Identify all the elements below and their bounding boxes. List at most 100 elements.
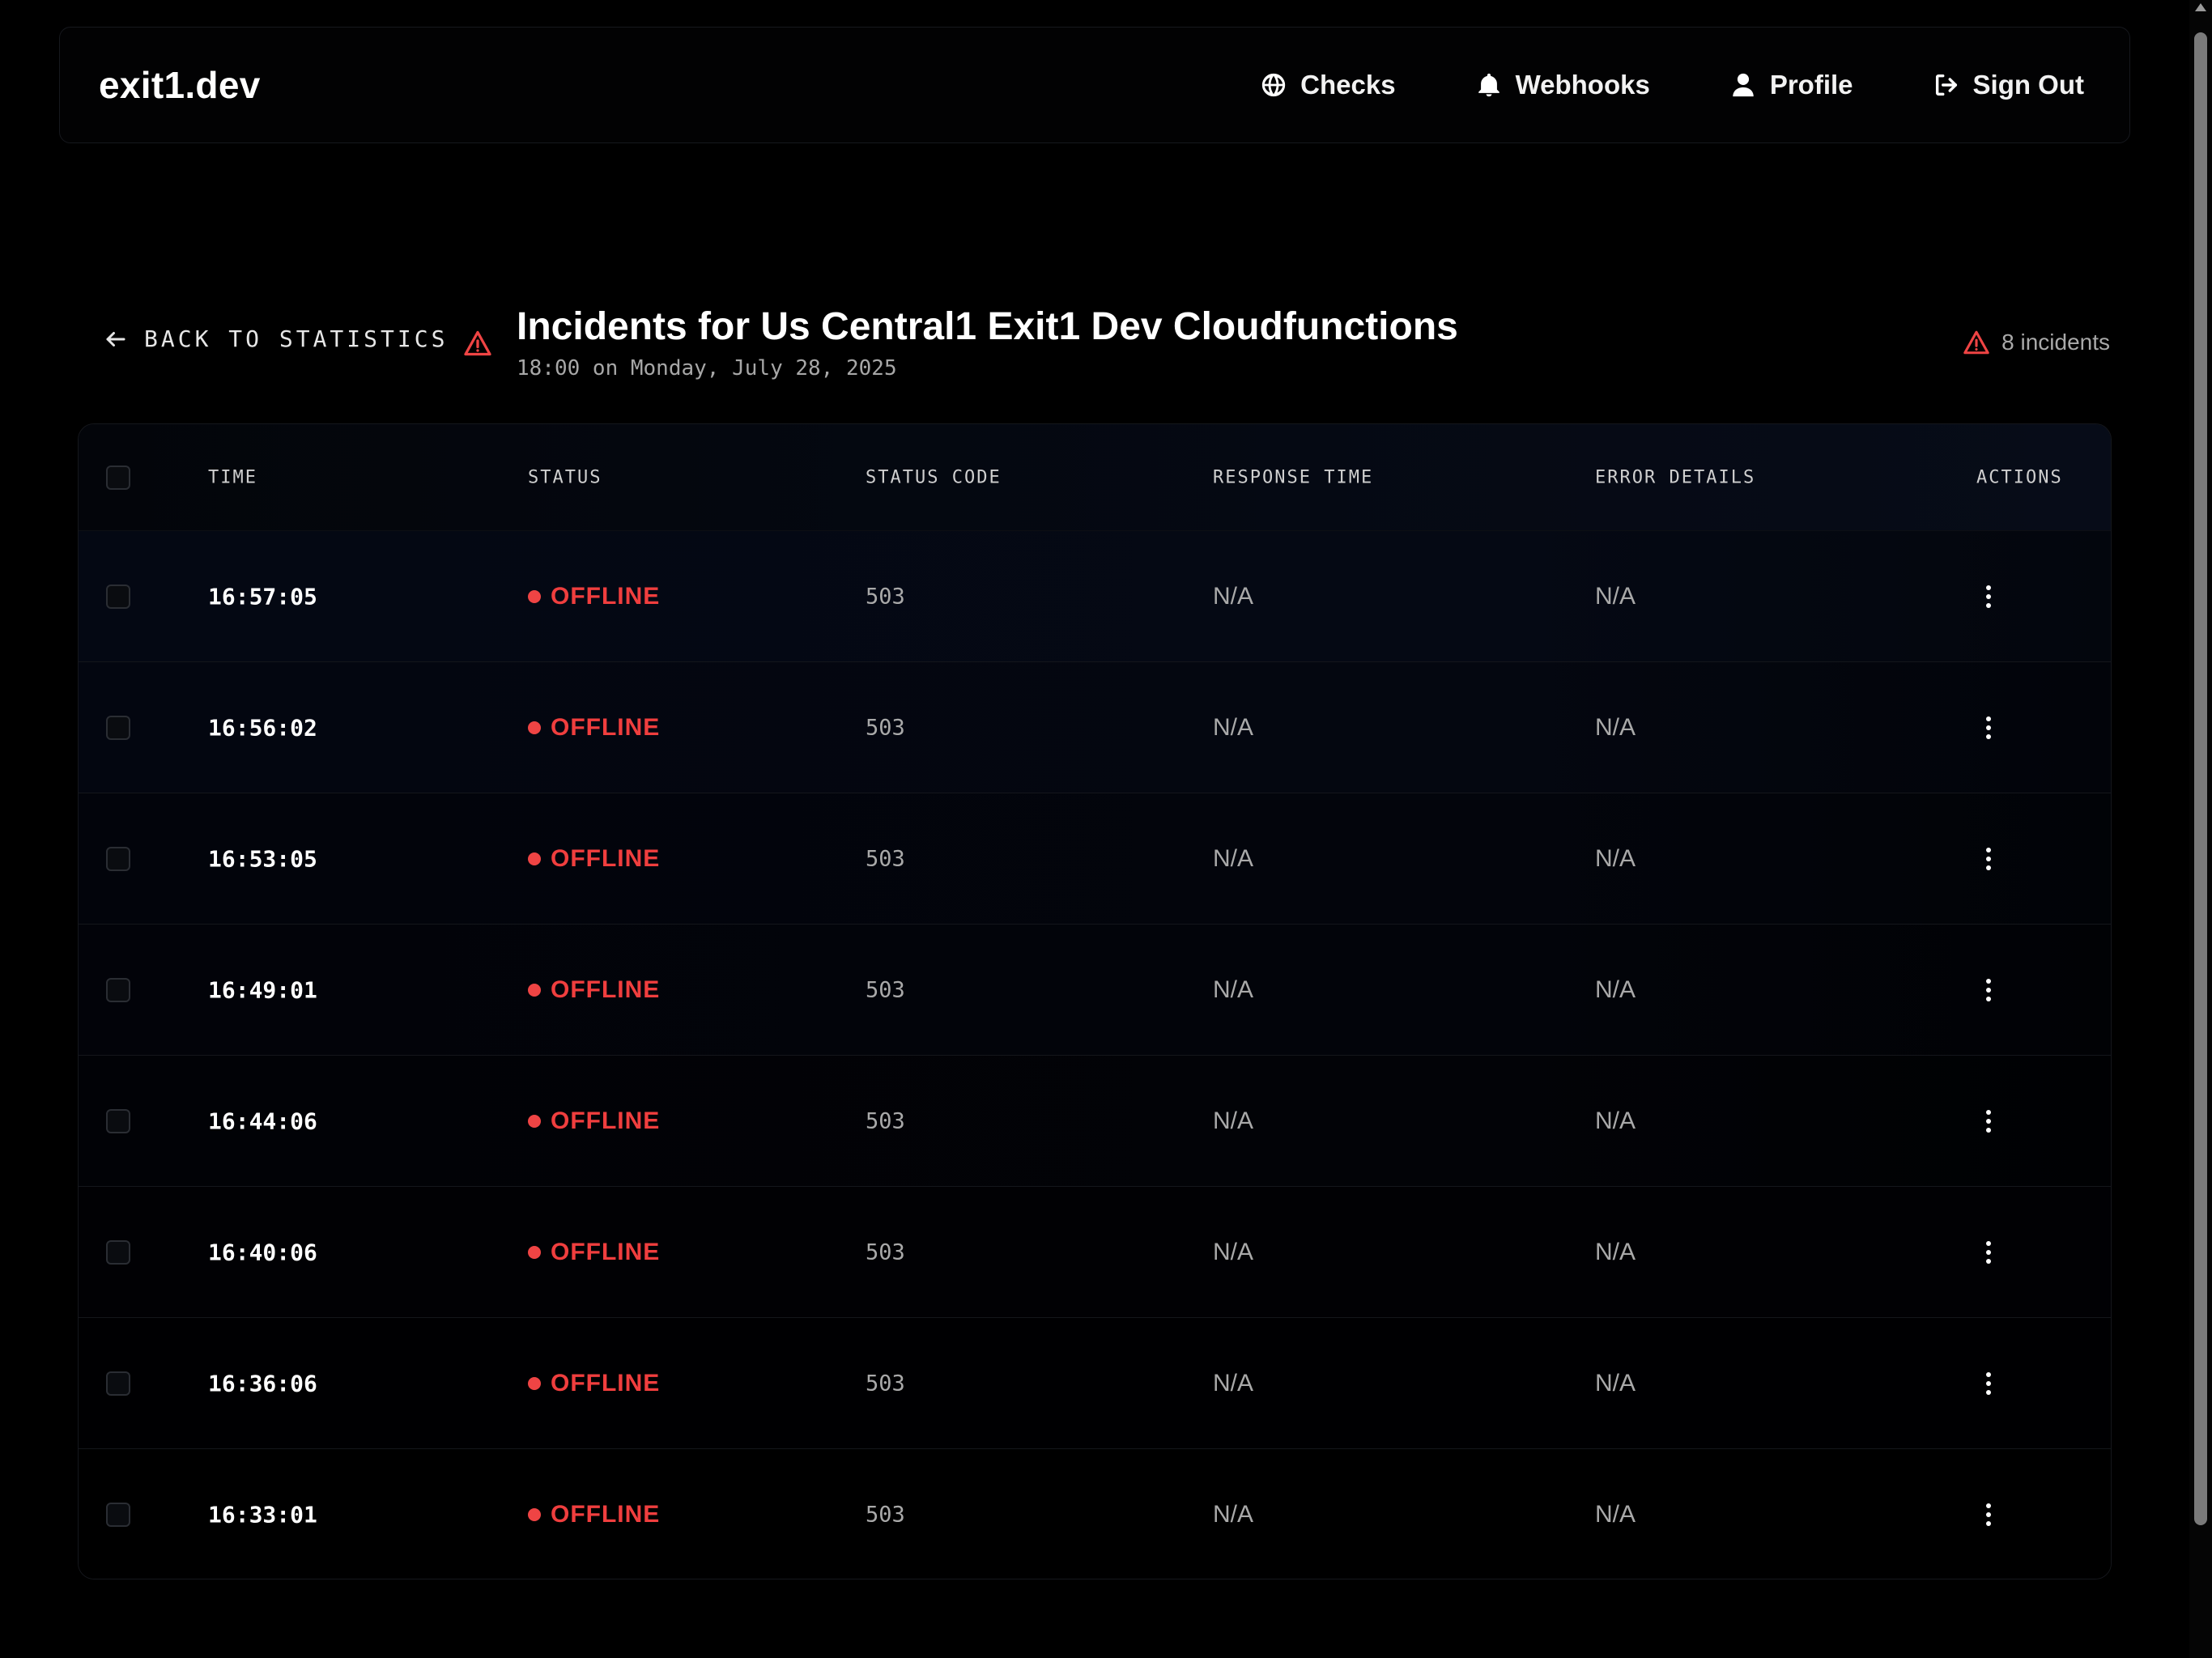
status-label: OFFLINE: [551, 976, 661, 1003]
row-status-code: 503: [866, 977, 905, 1002]
row-checkbox[interactable]: [106, 1371, 130, 1396]
row-response-time: N/A: [1213, 976, 1254, 1003]
row-checkbox[interactable]: [106, 584, 130, 609]
more-vertical-icon[interactable]: [1976, 713, 2001, 742]
row-checkbox[interactable]: [106, 977, 130, 1002]
status-label: OFFLINE: [551, 1369, 661, 1397]
select-all-checkbox[interactable]: [106, 465, 130, 490]
row-actions-cell: [1976, 1369, 2001, 1398]
nav-profile-link[interactable]: Profile: [1729, 70, 1853, 100]
select-all-cell: [106, 465, 130, 490]
header-actions: ACTIONS: [1976, 467, 2063, 487]
row-actions-cell: [1976, 1500, 2001, 1529]
table-row[interactable]: 16:36:06 OFFLINE 503 N/A N/A: [79, 1318, 2111, 1449]
nav-checks-label: Checks: [1300, 70, 1396, 100]
table-header-row: TIME STATUS STATUS CODE RESPONSE TIME ER…: [79, 424, 2111, 531]
row-status-code: 503: [866, 715, 905, 740]
offline-status-dot: [528, 721, 541, 734]
header-status[interactable]: STATUS: [528, 467, 602, 487]
row-actions-cell: [1976, 976, 2001, 1005]
table-row[interactable]: 16:57:05 OFFLINE 503 N/A N/A: [79, 531, 2111, 662]
row-time: 16:40:06: [208, 1239, 317, 1265]
more-vertical-icon[interactable]: [1976, 1238, 2001, 1267]
row-response-time: N/A: [1213, 844, 1254, 872]
status-label: OFFLINE: [551, 844, 661, 872]
row-checkbox[interactable]: [106, 1108, 130, 1133]
offline-status-dot: [528, 1114, 541, 1128]
row-select-cell: [106, 584, 130, 609]
sign-out-icon: [1935, 74, 1957, 96]
top-navbar: exit1.dev Checks Webhooks Profile Sign O…: [59, 27, 2130, 143]
row-checkbox[interactable]: [106, 846, 130, 871]
page-subtitle: 18:00 on Monday, July 28, 2025: [517, 356, 897, 380]
warning-triangle-icon: [464, 330, 491, 356]
row-select-cell: [106, 1108, 130, 1133]
row-status-code: 503: [866, 1108, 905, 1133]
row-time: 16:44:06: [208, 1107, 317, 1134]
brand-logo[interactable]: exit1.dev: [99, 63, 261, 107]
status-label: OFFLINE: [551, 1238, 661, 1265]
more-vertical-icon[interactable]: [1976, 844, 2001, 874]
nav-checks-link[interactable]: Checks: [1260, 70, 1396, 100]
more-vertical-icon[interactable]: [1976, 582, 2001, 611]
status-label: OFFLINE: [551, 713, 661, 741]
more-vertical-icon[interactable]: [1976, 1369, 2001, 1398]
incident-count-label: 8 incidents: [2001, 329, 2110, 355]
row-checkbox[interactable]: [106, 1239, 130, 1265]
table-row[interactable]: 16:56:02 OFFLINE 503 N/A N/A: [79, 662, 2111, 793]
row-status: OFFLINE: [528, 1239, 660, 1266]
row-response-time: N/A: [1213, 713, 1254, 741]
table-row[interactable]: 16:53:05 OFFLINE 503 N/A N/A: [79, 793, 2111, 925]
globe-icon: [1261, 73, 1286, 97]
row-select-cell: [106, 1239, 130, 1265]
arrow-left-icon: [106, 331, 125, 346]
offline-status-dot: [528, 983, 541, 997]
page-scrollbar[interactable]: [2189, 0, 2212, 1658]
nav-sign-out-label: Sign Out: [1972, 70, 2084, 100]
row-actions-cell: [1976, 582, 2001, 611]
more-vertical-icon[interactable]: [1976, 1500, 2001, 1529]
more-vertical-icon[interactable]: [1976, 1107, 2001, 1136]
row-select-cell: [106, 715, 130, 740]
incident-count-badge: 8 incidents: [1963, 329, 2110, 356]
table-row[interactable]: 16:44:06 OFFLINE 503 N/A N/A: [79, 1056, 2111, 1187]
bell-icon: [1478, 73, 1499, 97]
more-vertical-icon[interactable]: [1976, 976, 2001, 1005]
row-time: 16:57:05: [208, 583, 317, 610]
row-select-cell: [106, 977, 130, 1002]
warning-triangle-icon: [1963, 330, 1989, 355]
back-to-statistics-button[interactable]: BACK TO STATISTICS: [104, 325, 448, 352]
status-label: OFFLINE: [551, 1501, 661, 1528]
table-row[interactable]: 16:40:06 OFFLINE 503 N/A N/A: [79, 1187, 2111, 1318]
row-error-details: N/A: [1595, 976, 1636, 1003]
scroll-up-arrow-icon[interactable]: [2195, 3, 2206, 11]
row-select-cell: [106, 846, 130, 871]
status-label: OFFLINE: [551, 582, 661, 610]
row-select-cell: [106, 1371, 130, 1396]
back-to-statistics-label: BACK TO STATISTICS: [144, 325, 449, 352]
table-row[interactable]: 16:49:01 OFFLINE 503 N/A N/A: [79, 925, 2111, 1056]
offline-status-dot: [528, 1376, 541, 1390]
row-time: 16:36:06: [208, 1370, 317, 1397]
header-time[interactable]: TIME: [208, 467, 257, 487]
row-actions-cell: [1976, 844, 2001, 874]
row-checkbox[interactable]: [106, 715, 130, 740]
nav-webhooks-link[interactable]: Webhooks: [1475, 70, 1650, 100]
row-time: 16:56:02: [208, 714, 317, 741]
page-title: Incidents for Us Central1 Exit1 Dev Clou…: [517, 305, 1458, 348]
row-error-details: N/A: [1595, 1238, 1636, 1265]
row-select-cell: [106, 1503, 130, 1527]
row-status-code: 503: [866, 1371, 905, 1396]
scrollbar-thumb[interactable]: [2194, 32, 2207, 1525]
header-status-code[interactable]: STATUS CODE: [866, 467, 1002, 487]
table-row[interactable]: 16:33:01 OFFLINE 503 N/A N/A: [79, 1449, 2111, 1579]
offline-status-dot: [528, 589, 541, 603]
header-error-details[interactable]: ERROR DETAILS: [1595, 467, 1755, 487]
page: exit1.dev Checks Webhooks Profile Sign O…: [0, 0, 2212, 1658]
offline-status-dot: [528, 1245, 541, 1259]
nav-sign-out-link[interactable]: Sign Out: [1933, 70, 2084, 100]
row-checkbox[interactable]: [106, 1503, 130, 1527]
row-status: OFFLINE: [528, 1501, 660, 1528]
row-status: OFFLINE: [528, 1370, 660, 1397]
header-response-time[interactable]: RESPONSE TIME: [1213, 467, 1373, 487]
